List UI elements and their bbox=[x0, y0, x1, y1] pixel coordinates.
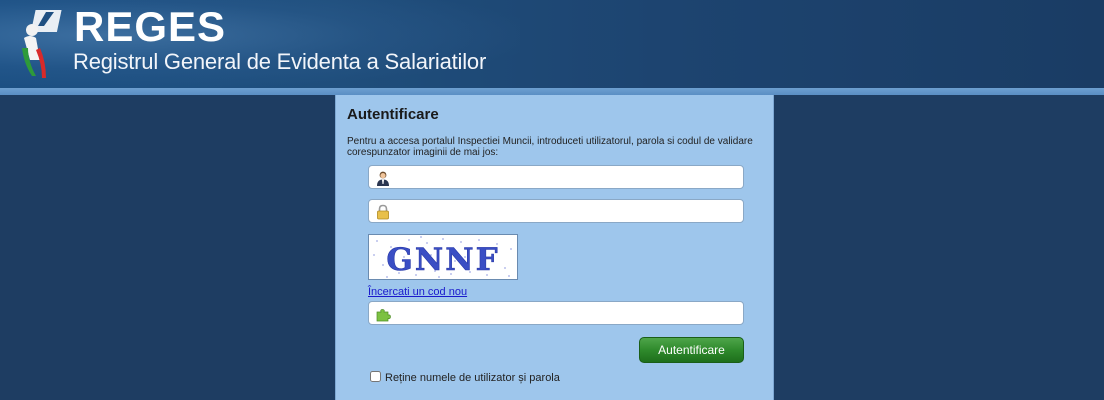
site-header: REGES Registrul General de Evidenta a Sa… bbox=[0, 0, 1104, 88]
login-title: Autentificare bbox=[347, 106, 439, 123]
username-input[interactable] bbox=[395, 168, 735, 186]
remember-checkbox[interactable] bbox=[370, 371, 381, 382]
username-field[interactable] bbox=[368, 165, 744, 189]
brand-subtitle: Registrul General de Evidenta a Salariat… bbox=[73, 49, 487, 74]
captcha-code-input[interactable] bbox=[395, 304, 735, 322]
login-description: Pentru a accesa portalul Inspectiei Munc… bbox=[347, 136, 753, 158]
remember-label: Reține numele de utilizator și parola bbox=[385, 372, 560, 384]
new-code-link[interactable]: Încercati un cod nou bbox=[368, 286, 467, 298]
brand-title: REGES bbox=[74, 3, 227, 50]
user-icon bbox=[377, 171, 389, 186]
header-divider bbox=[0, 88, 1104, 95]
puzzle-icon bbox=[376, 309, 391, 322]
captcha-text: GNNF bbox=[386, 242, 499, 278]
password-field[interactable] bbox=[368, 199, 744, 223]
captcha-noise: GNNF bbox=[369, 235, 517, 279]
password-input[interactable] bbox=[395, 202, 735, 220]
reges-logo-icon bbox=[22, 10, 62, 78]
captcha-image: GNNF bbox=[368, 234, 518, 280]
login-panel: Autentificare Pentru a accesa portalul I… bbox=[335, 95, 774, 400]
remember-me[interactable]: Reține numele de utilizator și parola bbox=[370, 371, 560, 384]
login-button[interactable]: Autentificare bbox=[639, 337, 744, 363]
captcha-code-field[interactable] bbox=[368, 301, 744, 325]
lock-icon bbox=[377, 204, 389, 220]
